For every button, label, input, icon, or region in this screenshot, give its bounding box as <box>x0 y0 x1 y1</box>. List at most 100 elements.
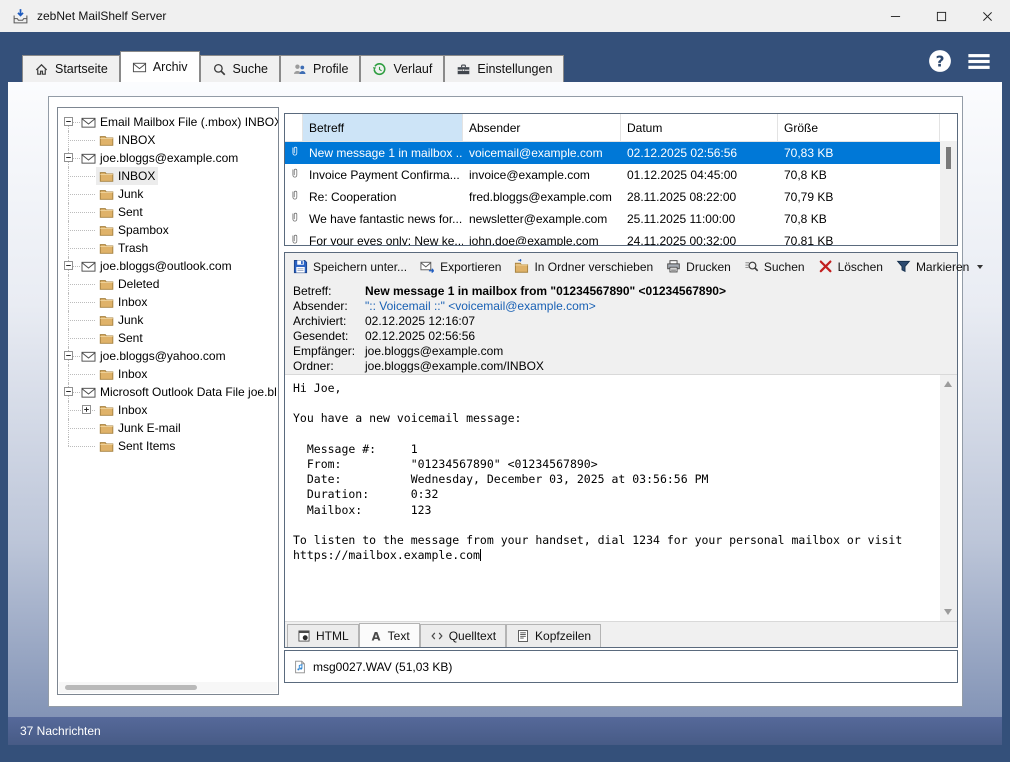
tree-item-joe-bloggs-yahoo-com[interactable]: joe.bloggs@yahoo.com <box>58 347 278 365</box>
tree-item-joe-bloggs-outlook-com[interactable]: joe.bloggs@outlook.com <box>58 257 278 275</box>
tree-node[interactable]: Junk <box>96 185 146 203</box>
message-row[interactable]: Invoice Payment Confirma...invoice@examp… <box>285 164 940 186</box>
expand-toggle-icon[interactable] <box>64 153 73 162</box>
column-attachment[interactable] <box>285 114 303 141</box>
tree-item-inbox[interactable]: Inbox <box>58 401 278 419</box>
tree-node[interactable]: joe.bloggs@yahoo.com <box>78 347 229 365</box>
tree-item-inbox[interactable]: Inbox <box>58 293 278 311</box>
tree-item-email-mailbox-file-mbox-inbox[interactable]: Email Mailbox File (.mbox) INBOX <box>58 113 278 131</box>
expand-toggle-icon[interactable] <box>64 117 73 126</box>
tab-archiv[interactable]: Archiv <box>120 51 200 82</box>
button-label: Markieren <box>916 260 969 274</box>
message-row[interactable]: For your eyes only: New ke...john.doe@ex… <box>285 230 940 246</box>
tree-node[interactable]: Deleted <box>96 275 162 293</box>
tab-suche[interactable]: Suche <box>200 55 280 82</box>
tree-item-deleted[interactable]: Deleted <box>58 275 278 293</box>
tree-node[interactable]: Inbox <box>96 365 150 383</box>
tree-item-joe-bloggs-example-com[interactable]: joe.bloggs@example.com <box>58 149 278 167</box>
tree-item-inbox[interactable]: INBOX <box>58 167 278 185</box>
tree-item-sent[interactable]: Sent <box>58 203 278 221</box>
tree-node[interactable]: Trash <box>96 239 151 257</box>
tree-node[interactable]: joe.bloggs@outlook.com <box>78 257 235 275</box>
tree-item-sent-items[interactable]: Sent Items <box>58 437 278 455</box>
tree-item-inbox[interactable]: Inbox <box>58 365 278 383</box>
tree-item-junk[interactable]: Junk <box>58 311 278 329</box>
tab-profile[interactable]: Profile <box>280 55 360 82</box>
message-row[interactable]: Re: Cooperationfred.bloggs@example.com28… <box>285 186 940 208</box>
tree-item-trash[interactable]: Trash <box>58 239 278 257</box>
tree-node[interactable]: Sent <box>96 203 146 221</box>
tree-item-inbox[interactable]: INBOX <box>58 131 278 149</box>
expand-toggle-icon[interactable] <box>82 405 91 414</box>
view-tab-kopfzeilen[interactable]: Kopfzeilen <box>506 624 601 647</box>
tree-node[interactable]: Inbox <box>96 401 150 419</box>
body-scrollbar[interactable] <box>940 375 957 621</box>
tree-item-label: INBOX <box>118 133 155 147</box>
expand-toggle-icon[interactable] <box>64 261 73 270</box>
scrollbar-thumb[interactable] <box>65 685 197 690</box>
audio-file-icon <box>293 659 307 675</box>
tree-node[interactable]: Microsoft Outlook Data File joe.bl <box>78 383 279 401</box>
field-value: New message 1 in mailbox from "012345678… <box>365 284 726 299</box>
column-absender[interactable]: Absender <box>463 114 621 141</box>
folder-icon <box>99 188 114 201</box>
tab-verlauf[interactable]: Verlauf <box>360 55 444 82</box>
tree-node[interactable]: joe.bloggs@example.com <box>78 149 241 167</box>
scrollbar-thumb[interactable] <box>946 147 951 169</box>
cell-size: 70,83 KB <box>778 146 940 160</box>
folder-icon <box>99 206 114 219</box>
field-value[interactable]: ":: Voicemail ::" <voicemail@example.com… <box>365 299 596 314</box>
message-row[interactable]: We have fantastic news for...newsletter@… <box>285 208 940 230</box>
column-betreff[interactable]: Betreff <box>303 114 463 141</box>
delete-button[interactable]: Löschen <box>818 259 883 274</box>
print-button[interactable]: Drucken <box>666 259 731 274</box>
tree-item-junk-e-mail[interactable]: Junk E-mail <box>58 419 278 437</box>
attachment-name[interactable]: msg0027.WAV (51,03 KB) <box>313 660 452 674</box>
scroll-up-arrow-icon[interactable] <box>944 381 952 387</box>
header-field: Betreff:New message 1 in mailbox from "0… <box>293 284 949 299</box>
export-button[interactable]: Exportieren <box>420 259 501 274</box>
scroll-down-arrow-icon[interactable] <box>944 609 952 615</box>
tree-node[interactable]: Sent Items <box>96 437 178 455</box>
tree-item-sent[interactable]: Sent <box>58 329 278 347</box>
maximize-button[interactable] <box>918 0 964 32</box>
message-body-text: Hi Joe, You have a new voicemail message… <box>293 381 902 562</box>
message-row[interactable]: New message 1 in mailbox ...voicemail@ex… <box>285 142 940 164</box>
move-icon <box>514 259 529 274</box>
expand-toggle-icon[interactable] <box>64 351 73 360</box>
close-button[interactable] <box>964 0 1010 32</box>
mail-icon <box>132 60 147 75</box>
message-body-area: Hi Joe, You have a new voicemail message… <box>285 374 957 622</box>
cell-size: 70,8 KB <box>778 212 940 226</box>
view-tab-text[interactable]: AText <box>359 623 420 647</box>
tree-item-junk[interactable]: Junk <box>58 185 278 203</box>
move-button[interactable]: In Ordner verschieben <box>514 259 653 274</box>
tree-node[interactable]: Spambox <box>96 221 172 239</box>
help-icon[interactable]: ? <box>928 49 952 73</box>
tree-node[interactable]: Email Mailbox File (.mbox) INBOX <box>78 113 279 131</box>
tree-node[interactable]: Junk <box>96 311 146 329</box>
tab-startseite[interactable]: Startseite <box>22 55 120 82</box>
save-button[interactable]: Speichern unter... <box>293 259 407 274</box>
tree-horizontal-scrollbar[interactable] <box>59 682 277 693</box>
expand-toggle-icon[interactable] <box>64 387 73 396</box>
view-tab-html[interactable]: HTML <box>287 624 359 647</box>
tree-node[interactable]: Inbox <box>96 293 150 311</box>
minimize-button[interactable] <box>872 0 918 32</box>
menu-icon[interactable] <box>968 53 990 70</box>
tree-node[interactable]: INBOX <box>96 131 158 149</box>
message-body[interactable]: Hi Joe, You have a new voicemail message… <box>293 381 933 621</box>
tree-item-microsoft-outlook-data-file-joe-bl[interactable]: Microsoft Outlook Data File joe.bl <box>58 383 278 401</box>
tree-node[interactable]: Sent <box>96 329 146 347</box>
tree-node[interactable]: Junk E-mail <box>96 419 184 437</box>
column-groesse[interactable]: Größe <box>778 114 940 141</box>
find-button[interactable]: Suchen <box>744 259 805 274</box>
tab-einstellungen[interactable]: Einstellungen <box>444 55 564 82</box>
nav-actions: ? <box>928 49 990 73</box>
mark-button[interactable]: Markieren <box>896 259 983 274</box>
column-datum[interactable]: Datum <box>621 114 778 141</box>
tree-node[interactable]: INBOX <box>96 167 158 185</box>
tree-item-spambox[interactable]: Spambox <box>58 221 278 239</box>
view-tab-quelltext[interactable]: Quelltext <box>420 624 506 647</box>
list-vertical-scrollbar[interactable] <box>940 141 957 245</box>
